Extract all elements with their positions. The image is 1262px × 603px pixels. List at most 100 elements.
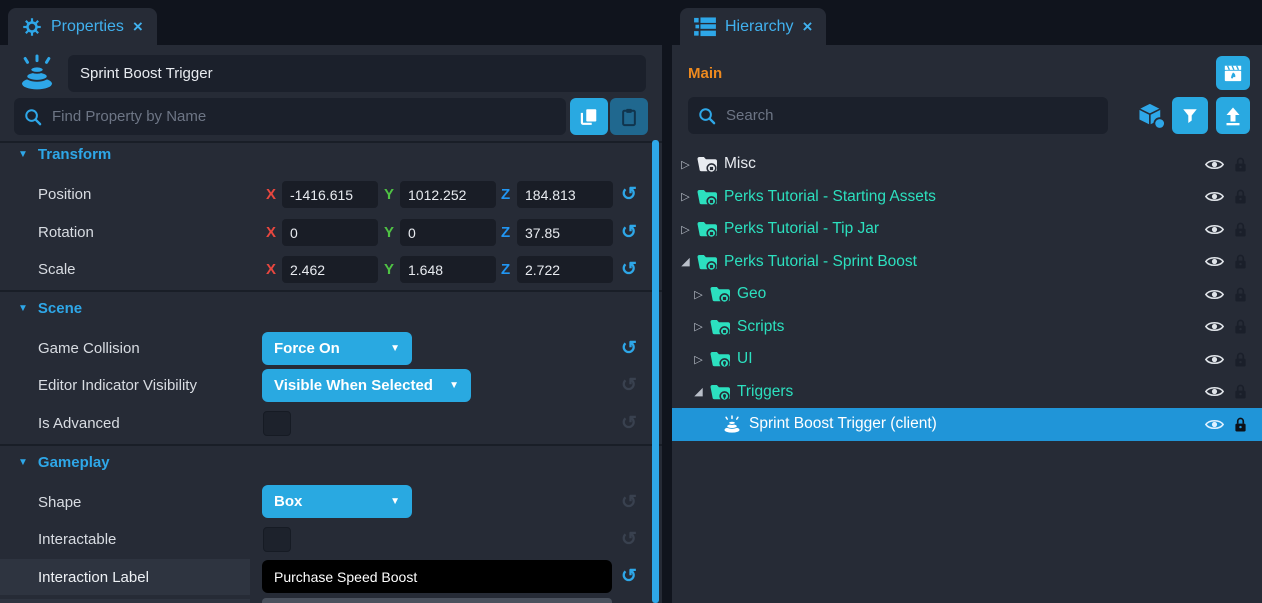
scene-section-header[interactable]: ▼ Scene — [18, 298, 82, 318]
chevron-down-icon: ▼ — [449, 380, 459, 391]
hierarchy-list-icon — [694, 17, 716, 37]
collapse-arrow-icon[interactable]: ◢ — [678, 255, 693, 268]
axis-y-label: Y — [384, 256, 400, 283]
tree-row[interactable]: ▷ Perks Tutorial - Tip Jar — [672, 213, 1262, 246]
position-z-input[interactable] — [517, 181, 613, 208]
filter-button[interactable] — [1172, 97, 1208, 134]
reset-is-advanced-button[interactable]: ↺ — [617, 410, 641, 437]
shape-dropdown[interactable]: Box ▼ — [262, 485, 412, 518]
scale-y-input[interactable] — [400, 256, 496, 283]
expand-arrow-icon[interactable]: ▷ — [691, 320, 706, 333]
search-icon — [24, 108, 42, 126]
lock-icon[interactable] — [1234, 188, 1247, 205]
interactable-label: Interactable — [38, 526, 116, 553]
position-x-input[interactable] — [282, 181, 378, 208]
property-search-input[interactable] — [50, 107, 556, 126]
interaction-label-input[interactable] — [262, 560, 612, 593]
lock-icon[interactable] — [1234, 286, 1247, 303]
visibility-eye-icon[interactable] — [1205, 385, 1224, 398]
lock-icon[interactable] — [1234, 253, 1247, 270]
rotation-x-input[interactable] — [282, 219, 378, 246]
tab-properties-label: Properties — [51, 18, 124, 36]
tree-row[interactable]: ◢Perks Tutorial - Sprint Boost — [672, 246, 1262, 279]
axis-y-label: Y — [384, 219, 400, 246]
visibility-eye-icon[interactable] — [1205, 223, 1224, 236]
tree-item-label: Perks Tutorial - Tip Jar — [724, 220, 879, 238]
expand-arrow-icon[interactable]: ▷ — [691, 353, 706, 366]
lock-icon[interactable] — [1234, 221, 1247, 238]
visibility-eye-icon[interactable] — [1205, 353, 1224, 366]
cube-asset-icon[interactable] — [1136, 102, 1166, 130]
filter-funnel-icon — [1181, 107, 1199, 125]
scene-name-label: Main — [688, 65, 722, 82]
upload-button[interactable] — [1216, 97, 1250, 134]
close-icon[interactable]: × — [802, 18, 812, 35]
rotation-z-input[interactable] — [517, 219, 613, 246]
play-scene-button[interactable] — [1216, 56, 1250, 90]
reset-game-collision-button[interactable]: ↺ — [617, 335, 641, 362]
tree-row[interactable]: ▷Misc — [672, 148, 1262, 181]
editor-indicator-visibility-dropdown[interactable]: Visible When Selected ▼ — [262, 369, 471, 402]
lock-icon[interactable] — [1234, 156, 1247, 173]
copy-properties-button[interactable] — [570, 98, 608, 135]
game-collision-label: Game Collision — [38, 335, 140, 362]
expand-arrow-icon[interactable]: ▷ — [691, 288, 706, 301]
reset-rotation-button[interactable]: ↺ — [617, 219, 641, 246]
axis-y-label: Y — [384, 181, 400, 208]
lock-icon[interactable] — [1234, 416, 1247, 433]
reset-interactable-button[interactable]: ↺ — [617, 526, 641, 553]
reset-shape-button[interactable]: ↺ — [617, 489, 641, 516]
position-y-input[interactable] — [400, 181, 496, 208]
visibility-eye-icon[interactable] — [1205, 320, 1224, 333]
close-icon[interactable]: × — [133, 18, 143, 35]
expand-arrow-icon[interactable]: ▷ — [678, 158, 693, 171]
visibility-eye-icon[interactable] — [1205, 158, 1224, 171]
folder-cube-icon — [709, 318, 730, 336]
visibility-eye-icon[interactable] — [1205, 255, 1224, 268]
object-name-input[interactable] — [68, 55, 646, 92]
tree-row[interactable]: ▷Geo — [672, 278, 1262, 311]
lock-icon[interactable] — [1234, 351, 1247, 368]
chevron-down-icon: ▼ — [18, 149, 28, 160]
tree-row[interactable]: Sprint Boost Trigger (client) — [672, 408, 1262, 441]
lock-icon[interactable] — [1234, 383, 1247, 400]
section-divider — [0, 141, 662, 143]
axis-z-label: Z — [501, 256, 517, 283]
paste-properties-button[interactable] — [610, 98, 648, 135]
hierarchy-tree: ▷Misc▷Perks Tutorial - Starting Assets▷P… — [672, 148, 1262, 441]
visibility-eye-icon[interactable] — [1205, 418, 1224, 431]
tree-item-label: Triggers — [737, 383, 793, 401]
lock-icon[interactable] — [1234, 318, 1247, 335]
visibility-eye-icon[interactable] — [1205, 190, 1224, 203]
expand-arrow-icon[interactable]: ▷ — [678, 190, 693, 203]
visibility-eye-icon[interactable] — [1205, 288, 1224, 301]
tree-item-label: Perks Tutorial - Starting Assets — [724, 188, 936, 206]
gameplay-section-header[interactable]: ▼ Gameplay — [18, 452, 110, 472]
property-search — [14, 98, 566, 135]
collapse-arrow-icon[interactable]: ◢ — [691, 385, 706, 398]
reset-scale-button[interactable]: ↺ — [617, 256, 641, 283]
clipboard-paste-icon — [620, 107, 638, 127]
tree-row[interactable]: ◢ Triggers — [672, 376, 1262, 409]
reset-editor-indicator-button[interactable]: ↺ — [617, 372, 641, 399]
tab-hierarchy[interactable]: Hierarchy × — [680, 8, 826, 45]
hierarchy-search-input[interactable] — [724, 106, 1098, 125]
tree-row[interactable]: ▷ Perks Tutorial - Starting Assets — [672, 181, 1262, 214]
scale-x-input[interactable] — [282, 256, 378, 283]
axis-z-label: Z — [501, 181, 517, 208]
reset-position-button[interactable]: ↺ — [617, 181, 641, 208]
tree-row[interactable]: ▷UI — [672, 343, 1262, 376]
editor-indicator-visibility-label: Editor Indicator Visibility — [38, 372, 197, 399]
game-collision-dropdown[interactable]: Force On ▼ — [262, 332, 412, 365]
tree-row[interactable]: ▷Scripts — [672, 311, 1262, 344]
transform-section-header[interactable]: ▼ Transform — [18, 144, 111, 164]
is-advanced-checkbox[interactable] — [263, 411, 291, 436]
interactable-checkbox[interactable] — [263, 527, 291, 552]
rotation-y-input[interactable] — [400, 219, 496, 246]
scale-z-input[interactable] — [517, 256, 613, 283]
expand-arrow-icon[interactable]: ▷ — [678, 223, 693, 236]
properties-scrollbar[interactable] — [652, 140, 659, 603]
reset-interaction-label-button[interactable]: ↺ — [617, 563, 641, 590]
folder-cube-icon — [696, 220, 717, 238]
tab-properties[interactable]: Properties × — [8, 8, 157, 45]
